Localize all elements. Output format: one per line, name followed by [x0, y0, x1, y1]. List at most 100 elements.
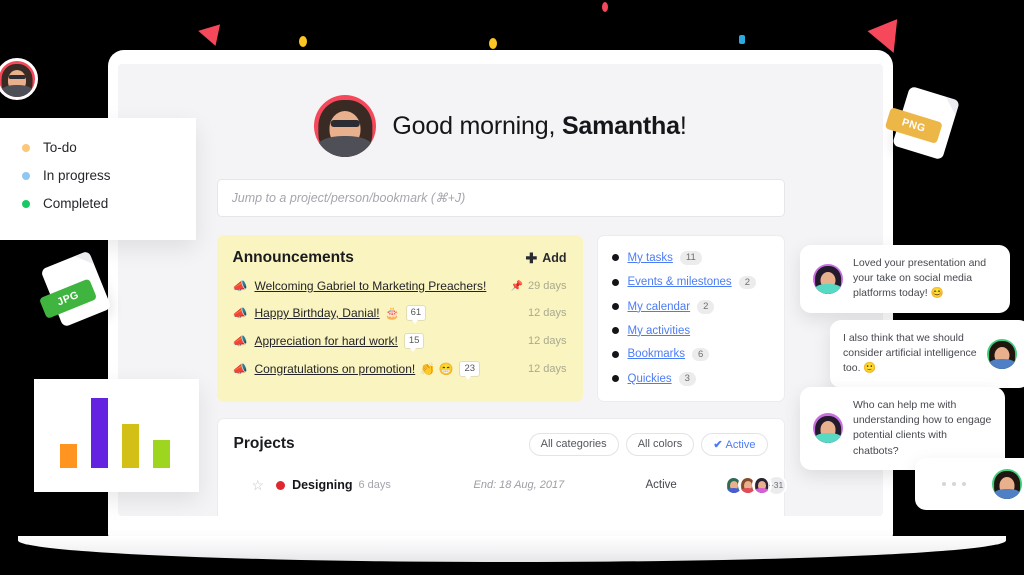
- project-identity: ☆ Designing 6 days: [234, 477, 391, 494]
- quick-link-label[interactable]: My activities: [628, 325, 691, 337]
- quick-link-label[interactable]: My calendar: [628, 301, 691, 313]
- bullet-icon: [611, 278, 619, 286]
- chat-bubble-typing[interactable]: [915, 458, 1024, 510]
- cards-row: Announcements ✚ Add 📣 Welcoming Gabriel …: [216, 235, 785, 402]
- scene: Good morning, Samantha! Announcements ✚ …: [0, 0, 1024, 575]
- add-label: Add: [542, 251, 567, 265]
- legend-label: In progress: [43, 168, 111, 183]
- quick-link-bookmarks[interactable]: Bookmarks 6: [611, 347, 770, 361]
- announcement-link[interactable]: Happy Birthday, Danial!: [254, 306, 379, 320]
- filter-all-colors[interactable]: All colors: [625, 432, 695, 456]
- announcement-link[interactable]: Welcoming Gabriel to Marketing Preachers…: [254, 279, 486, 293]
- check-icon: ✔: [713, 438, 723, 451]
- announcement-meta: 12 days: [528, 363, 567, 375]
- project-identity: ☆ Social media 7 days: [234, 516, 407, 517]
- star-outline-icon[interactable]: ☆: [252, 477, 265, 494]
- bullet-icon: [611, 375, 619, 383]
- filter-all-categories[interactable]: All categories: [528, 432, 619, 456]
- greeting-header: Good morning, Samantha!: [118, 64, 883, 157]
- announcement-age: 12 days: [527, 306, 567, 319]
- add-announcement-button[interactable]: ✚ Add: [525, 251, 566, 265]
- jpg-file-badge: JPG: [38, 250, 112, 328]
- dot-decor-red-top: [602, 2, 608, 12]
- project-row-social-media[interactable]: ☆ Social media 7 days 22 Jun, 2016 ➔ 6 A…: [234, 505, 787, 517]
- projects-card: Projects All categories All colors ✔ Acti…: [216, 417, 787, 517]
- quick-link-label[interactable]: Quickies: [628, 373, 672, 385]
- triangle-decor-left: [195, 20, 221, 46]
- legend-label: To-do: [43, 140, 77, 155]
- megaphone-icon: 📣: [232, 333, 248, 348]
- announcement-link[interactable]: Congratulations on promotion!: [254, 362, 415, 376]
- chat-message-text: Who can help me with understanding how t…: [853, 399, 992, 457]
- announcement-link[interactable]: Appreciation for hard work!: [254, 334, 397, 348]
- project-color-dot: [276, 480, 286, 490]
- table-row[interactable]: ☆ Social media 7 days 22 Jun, 2016 ➔ 6 A…: [234, 505, 787, 517]
- announcements-header: Announcements ✚ Add: [233, 249, 567, 267]
- quick-link-label[interactable]: My tasks: [628, 252, 673, 264]
- legend-dot-icon: [22, 171, 30, 180]
- quick-link-my-activities[interactable]: My activities: [611, 325, 770, 337]
- quick-link-count: 2: [697, 300, 715, 314]
- megaphone-icon: 📣: [232, 361, 248, 376]
- quick-link-count: 11: [679, 251, 702, 265]
- filter-active-label: Active: [725, 438, 756, 451]
- quick-link-my-calendar[interactable]: My calendar 2: [611, 300, 770, 314]
- search-input[interactable]: [216, 179, 785, 217]
- contact-avatar: [813, 413, 843, 444]
- announcement-item[interactable]: 📣 Welcoming Gabriel to Marketing Preache…: [233, 279, 567, 293]
- quick-link-quickies[interactable]: Quickies 3: [611, 372, 770, 386]
- legend-item-in-progress: In progress: [22, 168, 196, 183]
- member-avatar: [751, 475, 772, 495]
- announcement-age: 12 days: [527, 362, 567, 375]
- dot-decor-blue: [739, 35, 745, 44]
- quick-link-events-milestones[interactable]: Events & milestones 2: [611, 275, 770, 289]
- avatar: [314, 95, 377, 157]
- announcement-item[interactable]: 📣 Happy Birthday, Danial! 🎂 61 12 days: [233, 305, 567, 324]
- announcement-age: 29 days: [527, 280, 567, 292]
- quick-links-card: My tasks 11 Events & milestones 2 My cal…: [596, 235, 785, 402]
- member-avatar: [751, 514, 772, 516]
- bullet-icon: [611, 303, 619, 311]
- table-row[interactable]: ☆ Designing 6 days End: 18 Aug, 2017 Act…: [234, 466, 787, 505]
- legend-label: Completed: [43, 196, 109, 211]
- file-sheet-icon: JPG: [38, 250, 112, 328]
- project-status: Active: [645, 479, 677, 491]
- dot-decor-yellow-2: [489, 38, 497, 49]
- png-file-badge: PNG: [884, 85, 960, 161]
- quick-link-label[interactable]: Bookmarks: [628, 348, 686, 360]
- chat-bubble-outgoing[interactable]: I also think that we should consider art…: [830, 320, 1024, 388]
- app-screen: Good morning, Samantha! Announcements ✚ …: [118, 64, 883, 516]
- png-label: PNG: [884, 107, 943, 144]
- project-members[interactable]: +8: [723, 513, 787, 516]
- quick-link-label[interactable]: Events & milestones: [628, 276, 732, 288]
- project-name: Designing: [292, 478, 353, 492]
- bar-2: [91, 398, 108, 468]
- pin-icon: 📌: [510, 280, 523, 292]
- project-row-designing[interactable]: ☆ Designing 6 days End: 18 Aug, 2017 Act…: [234, 466, 787, 505]
- reaction-count: 23: [459, 360, 481, 380]
- bar-chart-card: [34, 379, 199, 492]
- cake-emoji-icon: 🎂: [384, 305, 400, 320]
- star-outline-icon[interactable]: ☆: [252, 516, 265, 517]
- project-members[interactable]: +31: [723, 474, 787, 496]
- filter-active[interactable]: ✔ Active: [701, 432, 768, 456]
- greeting-suffix: !: [679, 111, 687, 140]
- quick-link-count: 2: [738, 275, 756, 289]
- contact-avatar: [992, 469, 1022, 499]
- announcement-item[interactable]: 📣 Appreciation for hard work! 15 12 days: [232, 332, 567, 352]
- bar-1: [60, 444, 77, 468]
- bullet-icon: [611, 254, 619, 262]
- announcement-meta: 12 days: [528, 335, 567, 347]
- typing-indicator-icon: [928, 482, 966, 486]
- megaphone-icon: 📣: [232, 279, 248, 293]
- quick-link-my-tasks[interactable]: My tasks 11: [611, 251, 770, 265]
- announcement-item[interactable]: 📣 Congratulations on promotion! 👏 😁 23 1…: [232, 360, 567, 380]
- chat-bubble-incoming[interactable]: Loved your presentation and your take on…: [800, 245, 1010, 313]
- projects-filters: All categories All colors ✔ Active: [528, 432, 768, 456]
- announcement-meta: 12 days: [528, 307, 567, 319]
- bullet-icon: [611, 327, 619, 334]
- announcements-title: Announcements: [232, 249, 354, 266]
- status-legend-card: To-do In progress Completed: [0, 118, 196, 240]
- bullet-icon: [611, 350, 619, 358]
- bar-chart: [60, 398, 170, 468]
